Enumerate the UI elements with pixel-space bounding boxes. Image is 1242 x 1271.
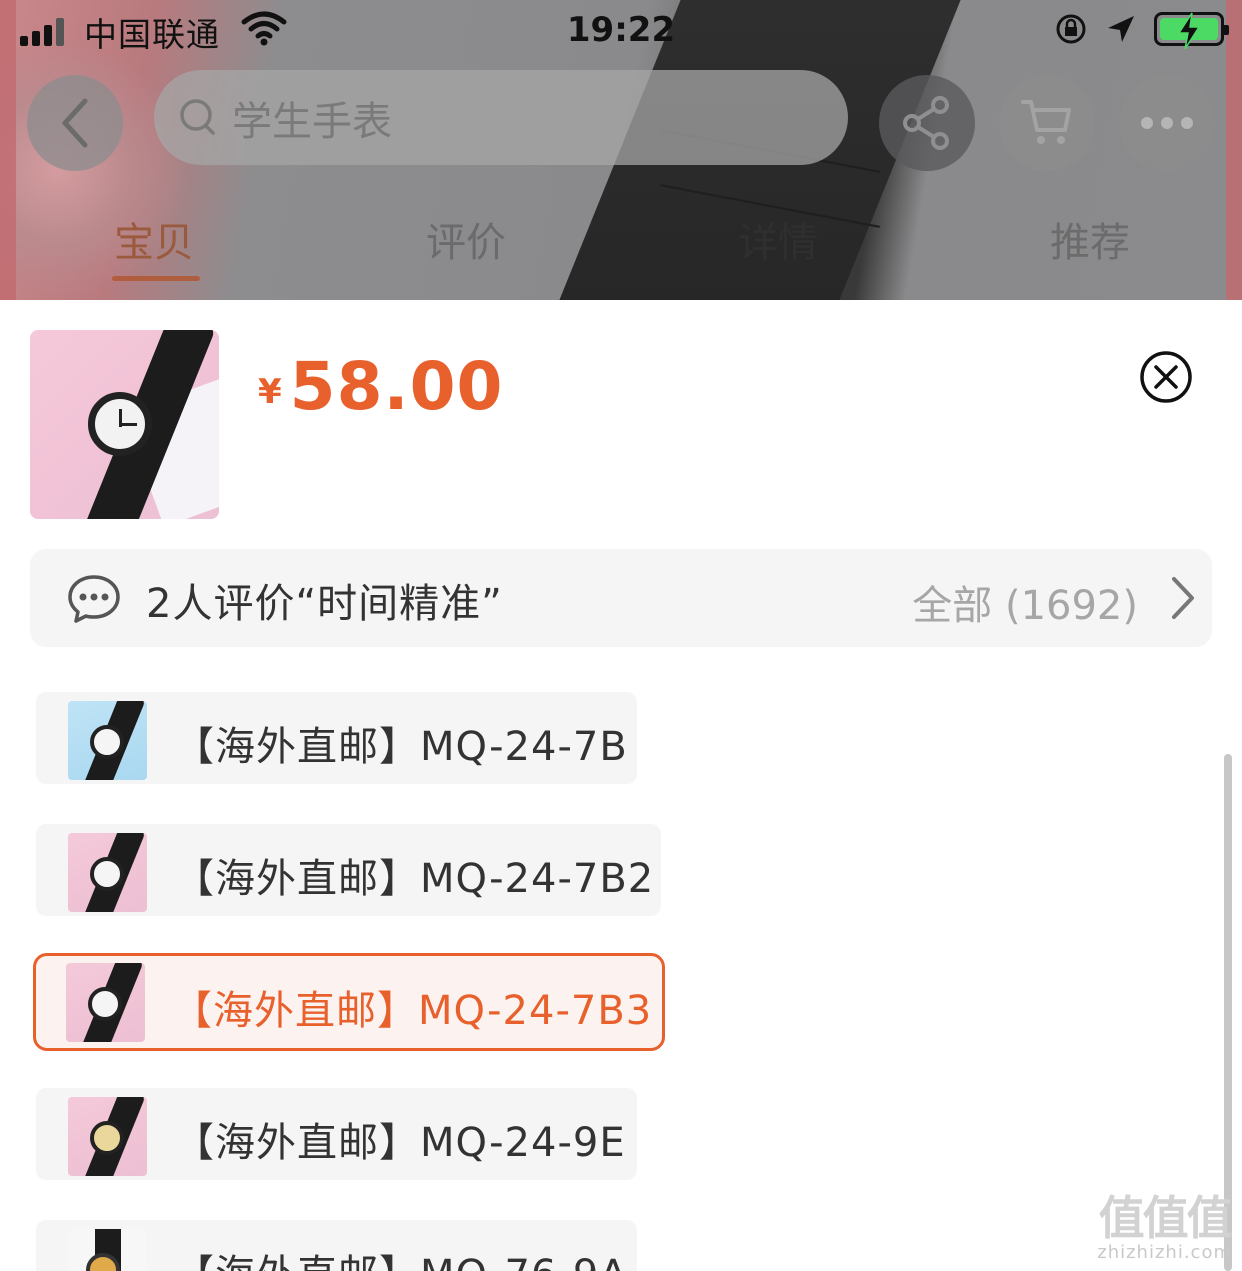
option-label: 【海外直邮】MQ-24-7B3 xyxy=(172,988,653,1034)
chevron-right-icon xyxy=(1172,577,1194,619)
watermark: 值值值 zhizhizhi.com xyxy=(1097,1182,1232,1263)
share-icon xyxy=(903,96,949,150)
watermark-logo: 值值值 xyxy=(1098,1191,1233,1245)
sku-option[interactable]: 【海外直邮】MQ-24-7B xyxy=(36,692,637,784)
all-reviews-count: 全部 (1692) xyxy=(912,583,1138,629)
active-tab-indicator xyxy=(112,276,200,281)
sku-option-selected[interactable]: 【海外直邮】MQ-24-7B3 xyxy=(33,953,665,1051)
status-icons xyxy=(1054,12,1229,50)
more-button[interactable] xyxy=(1119,75,1215,171)
sku-option[interactable]: 【海外直邮】MQ-24-9E xyxy=(36,1088,637,1180)
option-label: 【海外直邮】MQ-24-9E xyxy=(174,1120,626,1166)
tab-recommend[interactable]: 推荐 xyxy=(1050,210,1130,268)
option-label: 【海外直邮】MQ-76-9A xyxy=(174,1242,628,1271)
cart-icon xyxy=(1021,100,1071,144)
search-icon xyxy=(180,98,215,135)
status-bar: 中国联通 19:22 xyxy=(0,0,1242,64)
more-dots-icon xyxy=(1141,117,1193,129)
option-label: 【海外直邮】MQ-24-7B xyxy=(174,724,628,770)
tab-reviews[interactable]: 评价 xyxy=(426,210,506,268)
product-price: ¥58.00 xyxy=(258,348,503,425)
review-highlight-text: 2人评价“时间精准” xyxy=(146,581,503,627)
option-thumbnail xyxy=(68,1229,147,1271)
sku-option[interactable]: 【海外直邮】MQ-24-7B2 xyxy=(36,824,661,916)
sku-option[interactable]: 【海外直邮】MQ-76-9A xyxy=(36,1220,637,1271)
option-thumbnail xyxy=(68,833,147,912)
price-value: 58.00 xyxy=(289,348,504,425)
tab-baobei[interactable]: 宝贝 xyxy=(114,210,194,268)
charging-bolt-icon xyxy=(1177,12,1201,50)
chevron-left-icon xyxy=(62,98,88,148)
top-overlay-area: 中国联通 19:22 学生手表 宝贝 评价 详情 推荐 xyxy=(0,0,1242,300)
chat-bubble-icon xyxy=(68,575,120,623)
option-thumbnail xyxy=(68,1097,147,1176)
location-arrow-icon xyxy=(1108,16,1134,42)
battery-icon xyxy=(1154,12,1229,50)
watermark-url: zhizhizhi.com xyxy=(1097,1242,1232,1263)
currency-symbol: ¥ xyxy=(258,372,282,412)
product-thumbnail[interactable] xyxy=(30,330,219,519)
tab-details[interactable]: 详情 xyxy=(738,210,818,268)
orientation-lock-icon xyxy=(1056,14,1086,44)
close-icon[interactable] xyxy=(1139,350,1193,404)
option-label: 【海外直邮】MQ-24-7B2 xyxy=(174,856,655,902)
back-button[interactable] xyxy=(27,75,123,171)
cart-button[interactable] xyxy=(999,75,1095,171)
option-thumbnail xyxy=(68,701,147,780)
review-summary-bar[interactable]: 2人评价“时间精准” 全部 (1692) xyxy=(30,549,1212,647)
share-button[interactable] xyxy=(879,75,975,171)
search-input[interactable]: 学生手表 xyxy=(154,70,848,165)
option-thumbnail xyxy=(66,963,145,1042)
sku-selector-sheet: ¥58.00 2人评价“时间精准” 全部 (1692) 【海外直邮】MQ-24-… xyxy=(0,300,1242,1271)
search-placeholder: 学生手表 xyxy=(232,98,392,145)
